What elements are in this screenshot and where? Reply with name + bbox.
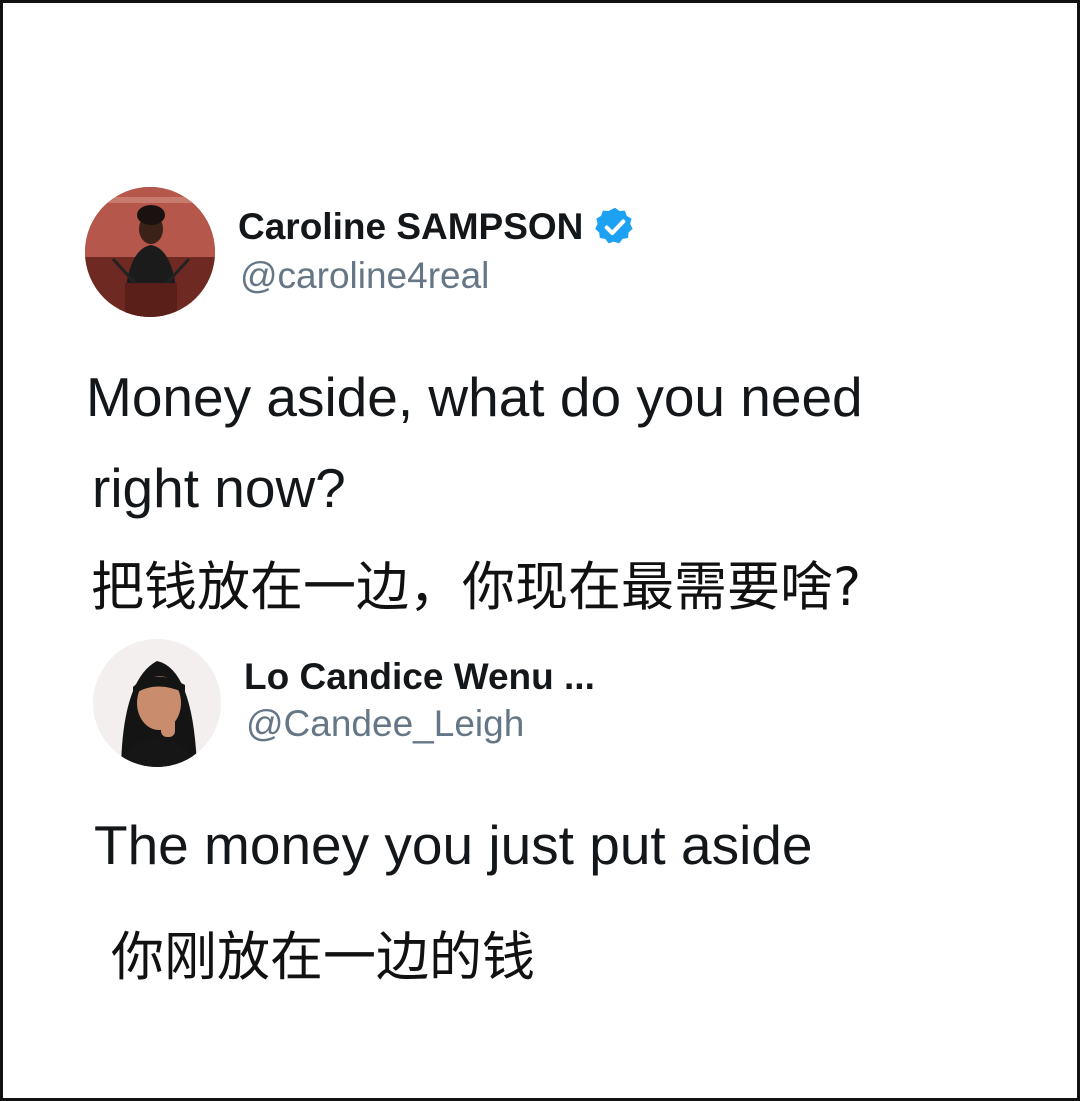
caroline-handle[interactable]: @caroline4real [240, 255, 489, 297]
candice-avatar[interactable] [93, 639, 221, 767]
verified-badge-icon [593, 205, 637, 249]
candice-avatar-image [93, 639, 221, 767]
tweet2-translation: 你刚放在一边的钱 [111, 927, 535, 988]
caroline-avatar-image [85, 187, 215, 317]
caroline-avatar[interactable] [85, 187, 215, 317]
tweet-screenshot-frame: Caroline SAMPSON @caroline4real Money as… [0, 0, 1080, 1101]
candice-handle[interactable]: @Candee_Leigh [246, 703, 524, 745]
tweet1-text-line1: Money aside, what do you need [86, 366, 863, 428]
author-name[interactable]: Lo Candice Wenu ... [244, 656, 595, 698]
tweet2-text: The money you just put aside [94, 814, 813, 876]
candice-author-name-row[interactable]: Lo Candice Wenu ... [244, 655, 595, 699]
tweet1-translation: 把钱放在一边，你现在最需要啥? [91, 557, 862, 618]
caroline-author-name-row[interactable]: Caroline SAMPSON [238, 203, 637, 251]
tweet1-text-line2: right now? [92, 457, 346, 519]
author-name[interactable]: Caroline SAMPSON [238, 206, 583, 248]
